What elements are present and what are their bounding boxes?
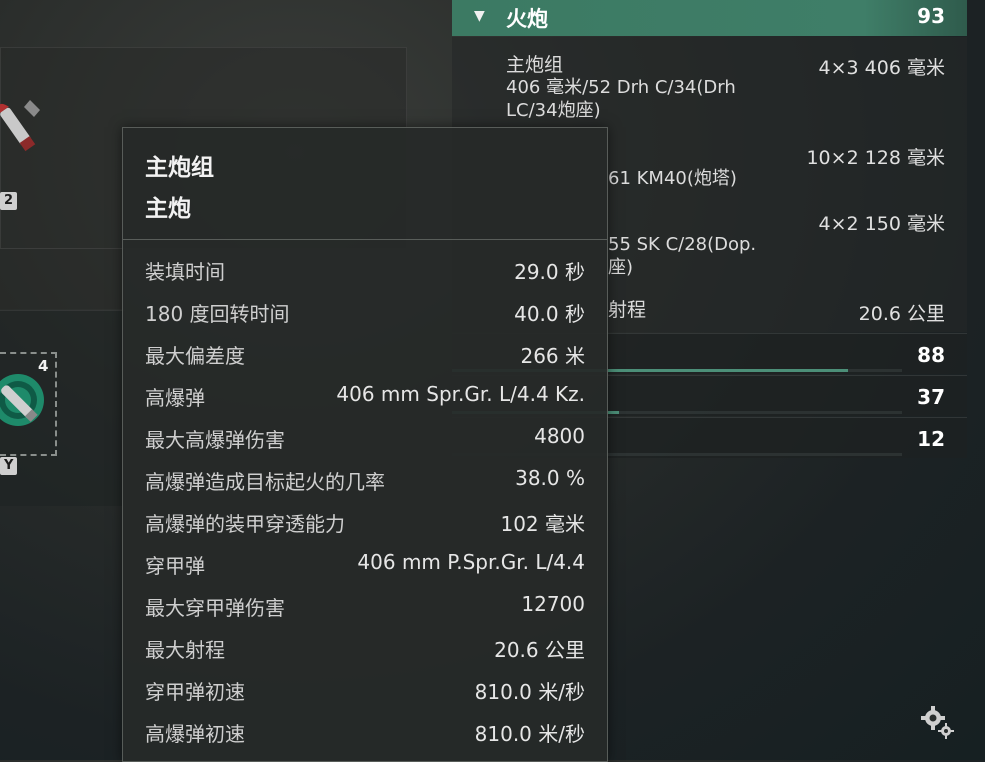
stat-value: 37 [917, 385, 945, 409]
artillery-title: 火炮 [506, 7, 548, 31]
stat-value: 88 [917, 343, 945, 367]
tooltip-row-label: 高爆弹的装甲穿透能力 [145, 512, 345, 536]
tooltip-row-label: 最大穿甲弹伤害 [145, 596, 285, 620]
tooltip-row-label: 最大高爆弹伤害 [145, 428, 285, 452]
secondary-1-value: 10×2 128 毫米 [806, 147, 945, 169]
tooltip-row: 最大穿甲弹伤害 12700 [145, 592, 585, 620]
tooltip-row: 装填时间 29.0 秒 [145, 256, 585, 284]
tooltip-row-value: 29.0 秒 [514, 260, 585, 284]
tooltip-row-label: 高爆弹造成目标起火的几率 [145, 470, 385, 494]
tooltip-row-value: 102 毫米 [500, 512, 585, 536]
tooltip-subtitle: 主炮 [145, 196, 191, 222]
tooltip-row: 最大高爆弹伤害 4800 [145, 424, 585, 452]
artillery-value: 93 [917, 4, 945, 28]
tooltip-row-value: 12700 [521, 592, 585, 616]
tooltip-row-label: 最大偏差度 [145, 344, 245, 368]
tooltip-row: 高爆弹初速 810.0 米/秒 [145, 718, 585, 746]
tooltip-row-label: 180 度回转时间 [145, 302, 290, 326]
triangle-down-icon[interactable]: ▼ [474, 8, 485, 24]
secondary-1-desc: 61 KM40(炮塔) [608, 168, 737, 189]
consumable-key-badge: Y [0, 457, 18, 475]
stat-value: 12 [917, 427, 945, 451]
tooltip-row: 穿甲弹初速 810.0 米/秒 [145, 676, 585, 704]
tooltip-row: 高爆弹的装甲穿透能力 102 毫米 [145, 508, 585, 536]
tooltip-title: 主炮组 [145, 155, 214, 181]
secondary-2-desc-2: 座) [608, 257, 634, 278]
tooltip-row: 最大偏差度 266 米 [145, 340, 585, 368]
tooltip-row-value: 40.0 秒 [514, 302, 585, 326]
tooltip-row-label: 最大射程 [145, 638, 225, 662]
tooltip-row-value: 810.0 米/秒 [474, 680, 585, 704]
torpedo-count: 4 [38, 357, 49, 375]
main-battery-value: 4×3 406 毫米 [818, 57, 945, 79]
tooltip-row-label: 高爆弹 [145, 386, 205, 410]
tooltip-row-value: 4800 [534, 424, 585, 448]
tooltip-row-label: 穿甲弹初速 [145, 680, 245, 704]
secondary-2-value: 4×2 150 毫米 [818, 213, 945, 235]
range-label: 射程 [608, 299, 647, 321]
secondary-2-desc-1: 55 SK C/28(Dop. [608, 234, 757, 255]
range-value: 20.6 公里 [858, 303, 945, 325]
tooltip-row: 180 度回转时间 40.0 秒 [145, 298, 585, 326]
tooltip-row-label: 高爆弹初速 [145, 722, 245, 746]
tooltip-row-value: 20.6 公里 [494, 638, 585, 662]
tooltip-row-value: 810.0 米/秒 [474, 722, 585, 746]
main-battery-desc-2: LC/34炮座) [506, 100, 601, 121]
shell-icon[interactable] [0, 95, 42, 170]
artillery-header[interactable]: ▼ 火炮 93 [452, 0, 967, 36]
tooltip-row-label: 装填时间 [145, 260, 225, 284]
tooltip-row-value: 38.0 % [515, 466, 585, 490]
tooltip-row-value: 266 米 [520, 344, 585, 368]
main-battery-tooltip: 主炮组 主炮 装填时间 29.0 秒 180 度回转时间 40.0 秒 最大偏差… [122, 127, 608, 762]
ammo-key-badge: 2 [0, 192, 18, 210]
tooltip-row-label: 穿甲弹 [145, 554, 205, 578]
tooltip-divider [123, 239, 607, 240]
tooltip-row-value: 406 mm Spr.Gr. L/4.4 Kz. [336, 382, 585, 406]
tooltip-row: 高爆弹 406 mm Spr.Gr. L/4.4 Kz. [145, 382, 585, 410]
torpedo-icon [0, 374, 44, 426]
main-battery-label: 主炮组 [506, 54, 564, 76]
module-panel-divider [0, 248, 125, 309]
tooltip-row: 穿甲弹 406 mm P.Spr.Gr. L/4.4 [145, 550, 585, 578]
tooltip-row: 最大射程 20.6 公里 [145, 634, 585, 662]
main-battery-desc-1: 406 毫米/52 Drh C/34(Drh [506, 77, 736, 98]
gear-icon[interactable] [920, 705, 956, 741]
tooltip-row: 高爆弹造成目标起火的几率 38.0 % [145, 466, 585, 494]
tooltip-row-value: 406 mm P.Spr.Gr. L/4.4 [357, 550, 585, 574]
